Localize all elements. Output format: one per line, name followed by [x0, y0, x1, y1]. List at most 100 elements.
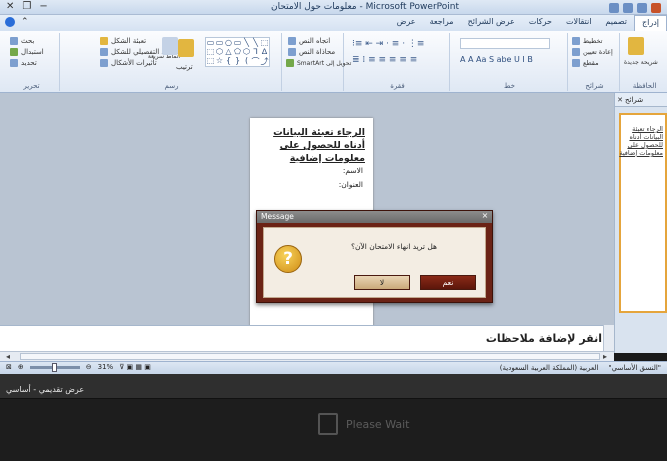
shape-triangle[interactable]: ᐃ	[260, 47, 269, 56]
shape-textbox[interactable]: ⬚	[206, 56, 215, 67]
font-group: A A Aa S abe U I B خط	[452, 33, 568, 91]
clipboard-group: شريحة جديدة الحافظة	[622, 33, 667, 91]
arrange-icon	[178, 39, 194, 57]
minimize-window-button[interactable]: −	[39, 1, 47, 12]
tab-transitions[interactable]: انتقالات	[559, 15, 598, 32]
reset-button[interactable]: إعادة تعيين	[572, 48, 613, 56]
clipboard-group-label: الحافظة	[632, 82, 657, 90]
notes-scrollbar[interactable]	[603, 325, 614, 351]
slide-thumbnail[interactable]: الرجاء تعبئة البيانات أدناه للحصول على م…	[619, 113, 667, 313]
smartart-button[interactable]: SmartArt تحويل إلى	[286, 59, 351, 67]
new-slide-button[interactable]: شريحة جديدة	[624, 59, 658, 66]
new-slide-icon[interactable]	[628, 37, 644, 55]
zoom-slider-knob[interactable]	[51, 362, 57, 372]
select-button[interactable]: تحديد	[10, 59, 37, 67]
slides-pane-tab[interactable]: شرائح	[625, 96, 643, 104]
no-button[interactable]: لا	[354, 275, 410, 290]
notes-pane[interactable]: انقر لإضافة ملاحظات	[0, 325, 614, 351]
powerpoint-logo-icon[interactable]	[651, 3, 661, 13]
replace-button[interactable]: استبدال	[10, 48, 44, 56]
shape-bracket[interactable]: ᒣ	[251, 47, 260, 56]
tab-animations[interactable]: حركات	[522, 15, 559, 32]
pen-icon	[100, 48, 108, 56]
address-label: العنوان:	[338, 180, 363, 189]
tab-review[interactable]: مراجعة	[423, 15, 461, 32]
scroll-right-icon[interactable]: ▸	[603, 352, 607, 361]
layout-button[interactable]: تخطيط	[572, 37, 602, 45]
find-button[interactable]: بحث	[10, 37, 34, 45]
window-title: معلومات حول الامتحان - Microsoft PowerPo…	[271, 2, 459, 12]
layout-icon	[572, 37, 580, 45]
shape-line[interactable]: ╲	[251, 38, 260, 47]
paragraph-buttons-row1[interactable]: ⁝≡ ⇤ ⇥ · ≡ · ⋮≡	[352, 39, 424, 49]
slides-pane: ✕ شرائح الرجاء تعبئة البيانات أدناه للحص…	[614, 93, 667, 353]
question-icon: ?	[274, 245, 302, 273]
shape-triangle[interactable]: △	[224, 47, 233, 56]
scroll-left-icon[interactable]: ◂	[6, 352, 10, 361]
slide-title[interactable]: الرجاء تعبئة البيانات أدناه للحصول على م…	[255, 126, 365, 165]
font-format-buttons[interactable]: A A Aa S abe U I B	[460, 55, 533, 64]
close-window-button[interactable]: ✕	[6, 1, 14, 12]
tab-slideshow[interactable]: عرض الشرائح	[461, 15, 522, 32]
shape-pentagon[interactable]: ⬠	[233, 47, 242, 56]
shape-fill-button[interactable]: تعبئة الشكل	[100, 37, 146, 45]
undo-icon[interactable]	[623, 3, 633, 13]
dialog-close-icon[interactable]: ×	[481, 212, 489, 220]
minimize-ribbon-icon[interactable]: ⌃	[21, 17, 31, 27]
shapes-gallery[interactable]: ▭ ▭ ○ ▭ ╲ ╲ ⬚ ⬚ ⬡ △ ⬠ ⬡ ᒣ ᐃ ⬚ ☆ { } ( ⌒ …	[205, 37, 270, 67]
zoom-slider[interactable]	[29, 362, 80, 372]
shape-brace[interactable]: }	[233, 56, 242, 67]
align-text-icon	[288, 48, 296, 56]
dialog-titlebar[interactable]: Message ×	[257, 211, 492, 223]
tab-design[interactable]: تصميم	[598, 15, 634, 32]
shape-star[interactable]: ☆	[215, 56, 224, 67]
shape-arrow[interactable]: ⤴	[260, 56, 269, 67]
status-bar: ⊠ ⊕ ⊖ 31% ⊽ ▣ ▦ ▣ "النسق الأساسي" العربي…	[0, 361, 667, 374]
help-icon[interactable]	[5, 17, 15, 27]
quick-styles-icon	[162, 37, 178, 55]
title-bar: ✕ ❐ − معلومات حول الامتحان - Microsoft P…	[0, 0, 667, 15]
shape-rectangle[interactable]: ▭	[233, 38, 242, 47]
slides-pane-tabs: ✕ شرائح	[615, 93, 667, 107]
tab-insert[interactable]: إدراج	[633, 15, 667, 32]
replace-icon	[10, 48, 18, 56]
ribbon: بحث استبدال تحديد تحرير تعبئة الشكل المخ…	[0, 31, 667, 93]
shape-line[interactable]: ╲	[242, 38, 251, 47]
dialog-title: Message	[261, 212, 294, 221]
shape-effects-button[interactable]: تأثيرات الأشكال	[100, 59, 157, 67]
zoom-level[interactable]: 31%	[98, 363, 114, 371]
paragraph-buttons-row2[interactable]: ≣ ⁞ ≡ ≡ ≡ ≡ ≡	[352, 55, 417, 65]
zoom-out-icon[interactable]: ⊖	[86, 363, 92, 371]
shape-rectangle[interactable]: ▭	[206, 38, 215, 47]
fit-window-icon[interactable]: ⊠	[6, 363, 12, 371]
shape-oval[interactable]: ○	[224, 38, 233, 47]
shape-brace[interactable]: {	[224, 56, 233, 67]
shape-arc[interactable]: ⌒	[251, 56, 260, 67]
close-pane-icon[interactable]: ✕	[615, 96, 625, 104]
horizontal-scrollbar[interactable]: ◂ ▸	[0, 351, 614, 361]
view-buttons[interactable]: ⊽ ▣ ▦ ▣	[119, 363, 151, 371]
shape-textbox[interactable]: ⬚	[206, 47, 215, 56]
shape-hexagon[interactable]: ⬡	[215, 47, 224, 56]
arrange-button[interactable]: ترتيب	[176, 63, 193, 71]
yes-button[interactable]: نعم	[420, 275, 476, 290]
tab-view[interactable]: عرض	[390, 15, 423, 32]
restore-window-button[interactable]: ❐	[22, 1, 31, 12]
section-button[interactable]: مقطع	[572, 59, 599, 67]
text-direction-button[interactable]: اتجاه النص	[288, 37, 330, 45]
scrollbar-thumb[interactable]	[20, 353, 600, 360]
align-text-button[interactable]: محاذاة النص	[288, 48, 335, 56]
font-name-dropdown[interactable]	[460, 38, 550, 49]
notes-placeholder: انقر لإضافة ملاحظات	[485, 332, 602, 345]
shape-textbox[interactable]: ⬚	[260, 38, 269, 47]
save-icon[interactable]	[609, 3, 619, 13]
redo-icon[interactable]	[637, 3, 647, 13]
shape-rectangle[interactable]: ▭	[215, 38, 224, 47]
smartart-icon	[286, 59, 294, 67]
effects-icon	[100, 59, 108, 67]
zoom-in-icon[interactable]: ⊕	[18, 363, 24, 371]
shape-hexagon[interactable]: ⬡	[242, 47, 251, 56]
shape-paren[interactable]: (	[242, 56, 251, 67]
please-wait-text: Please Wait	[346, 417, 410, 431]
language-label[interactable]: العربية (المملكة العربية السعودية)	[500, 364, 599, 372]
